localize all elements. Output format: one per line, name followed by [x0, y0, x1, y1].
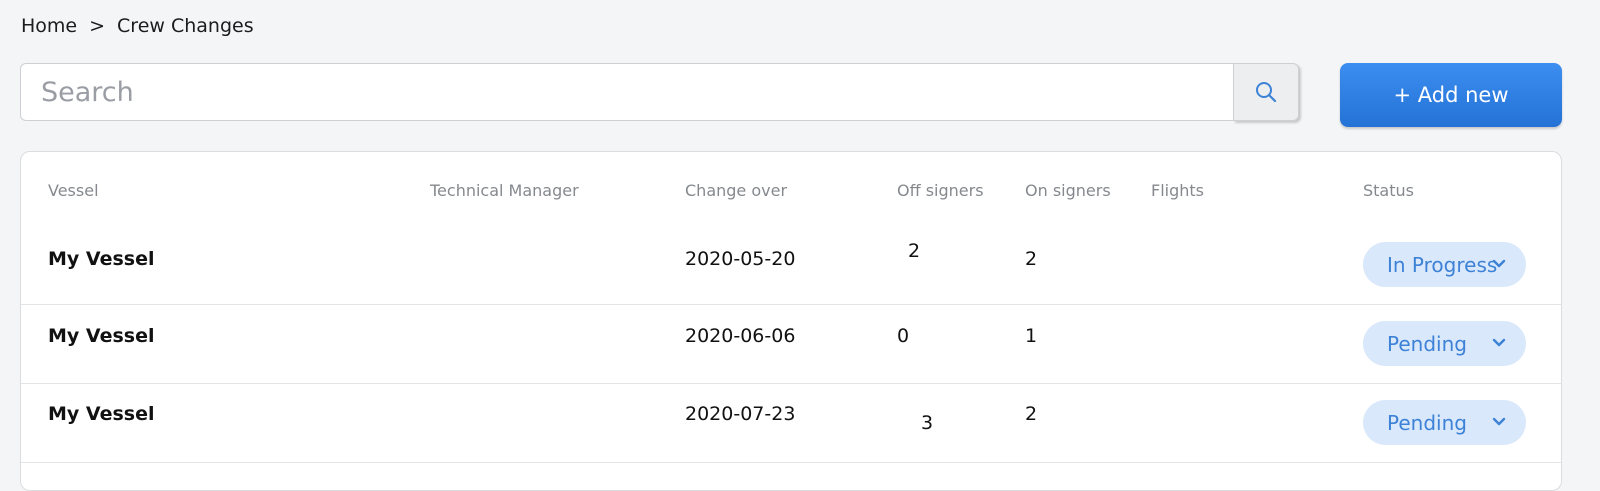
on-signers-cell: 2: [1025, 248, 1038, 270]
chevron-down-icon: [1492, 417, 1506, 426]
change-over-cell: 2020-06-06: [685, 325, 796, 347]
search-bar: [20, 63, 1299, 121]
on-signers-cell: 2: [1025, 403, 1038, 425]
header-flights: Flights: [1151, 181, 1204, 200]
off-signers-cell: 2: [908, 240, 921, 262]
status-dropdown[interactable]: Pending: [1363, 400, 1526, 445]
table-row[interactable]: My Vessel 2020-06-06 0 1 Pending: [21, 305, 1561, 384]
status-label: In Progress: [1387, 252, 1498, 277]
add-new-button[interactable]: + Add new: [1340, 63, 1562, 127]
vessel-cell: My Vessel: [48, 325, 155, 347]
status-label: Pending: [1387, 410, 1467, 435]
off-signers-cell: 3: [921, 412, 934, 434]
vessel-cell: My Vessel: [48, 248, 155, 270]
search-icon: [1256, 82, 1277, 103]
header-status: Status: [1363, 181, 1414, 200]
header-vessel: Vessel: [48, 181, 99, 200]
change-over-cell: 2020-05-20: [685, 248, 796, 270]
breadcrumb-current: Crew Changes: [117, 15, 254, 37]
crew-changes-table: Vessel Technical Manager Change over Off…: [20, 151, 1562, 491]
table-row[interactable]: My Vessel 2020-07-23 3 2 Pending: [21, 384, 1561, 463]
breadcrumb-separator: >: [89, 15, 106, 37]
breadcrumb: Home > Crew Changes: [21, 15, 254, 37]
on-signers-cell: 1: [1025, 325, 1038, 347]
header-on-signers: On signers: [1025, 181, 1111, 200]
status-label: Pending: [1387, 331, 1467, 356]
chevron-down-icon: [1492, 259, 1506, 268]
vessel-cell: My Vessel: [48, 403, 155, 425]
breadcrumb-home-link[interactable]: Home: [21, 15, 77, 37]
status-dropdown[interactable]: Pending: [1363, 321, 1526, 366]
table-row[interactable]: My Vessel 2020-05-20 2 2 In Progress: [21, 226, 1561, 305]
search-button[interactable]: [1233, 63, 1299, 121]
chevron-down-icon: [1492, 338, 1506, 347]
change-over-cell: 2020-07-23: [685, 403, 796, 425]
off-signers-cell: 0: [897, 325, 910, 347]
search-input[interactable]: [20, 63, 1233, 121]
header-off-signers: Off signers: [897, 181, 984, 200]
status-dropdown[interactable]: In Progress: [1363, 242, 1526, 287]
header-technical-manager: Technical Manager: [430, 181, 579, 200]
header-change-over: Change over: [685, 181, 788, 200]
